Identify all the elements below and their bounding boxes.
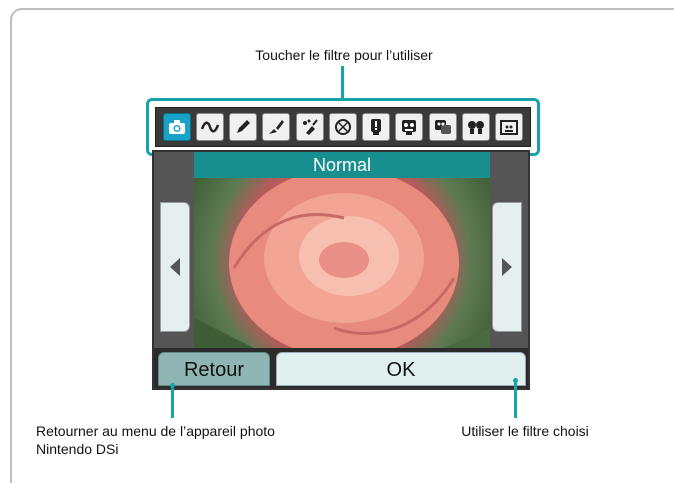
filter-frame-face-button[interactable]: [495, 113, 524, 141]
filter-pencil-button[interactable]: [229, 113, 258, 141]
arrow-right-icon: [502, 258, 512, 276]
frame-face-icon: [500, 120, 519, 135]
filter-twins-button[interactable]: [462, 113, 491, 141]
brush-icon: [269, 120, 285, 134]
callout-line-ok: [514, 380, 517, 418]
callout-back-line2: Nintendo DSi: [36, 441, 119, 457]
back-button[interactable]: Retour: [158, 352, 270, 386]
exclamation-face-icon: [371, 119, 382, 135]
mosaic-icon: [334, 119, 351, 135]
prev-filter-button[interactable]: [160, 202, 190, 332]
camera-screen: Normal Retour OK: [152, 150, 530, 390]
filter-double-face-button[interactable]: [428, 113, 457, 141]
filter-exclamation-button[interactable]: [362, 113, 391, 141]
page: Toucher le filtre pour l’utiliser Normal…: [0, 0, 674, 483]
next-filter-button[interactable]: [492, 202, 522, 332]
filter-bar-highlight: [146, 98, 540, 156]
photo-preview: [194, 178, 490, 348]
monster-face-icon: [402, 120, 417, 135]
arrow-left-icon: [170, 258, 180, 276]
camera-icon: [168, 120, 185, 134]
bottom-bar: Retour OK: [154, 348, 528, 388]
callout-ok: Utiliser le filtre choisi: [461, 423, 589, 439]
callout-touch-filter: Toucher le filtre pour l’utiliser: [255, 47, 433, 63]
pencil-icon: [237, 120, 251, 133]
filter-title: Normal: [194, 152, 490, 178]
callout-line-back: [171, 385, 174, 418]
rose-image: [194, 178, 490, 348]
twins-icon: [468, 121, 485, 134]
filter-wave-button[interactable]: [195, 113, 224, 141]
callout-line-top: [341, 66, 344, 99]
ok-button[interactable]: OK: [276, 352, 526, 386]
filter-mosaic-button[interactable]: [328, 113, 357, 141]
callout-back-line1: Retourner au menu de l’appareil photo: [36, 423, 275, 439]
filter-brush-button[interactable]: [262, 113, 291, 141]
filter-monster-button[interactable]: [395, 113, 424, 141]
callout-back: Retourner au menu de l’appareil photo Ni…: [36, 422, 316, 458]
filter-camera-button[interactable]: [162, 113, 191, 141]
sparkle-brush-icon: [302, 119, 318, 135]
filter-strip: [155, 107, 531, 147]
wave-icon: [200, 121, 220, 133]
double-face-icon: [434, 120, 451, 134]
filter-sparkle-brush-button[interactable]: [295, 113, 324, 141]
